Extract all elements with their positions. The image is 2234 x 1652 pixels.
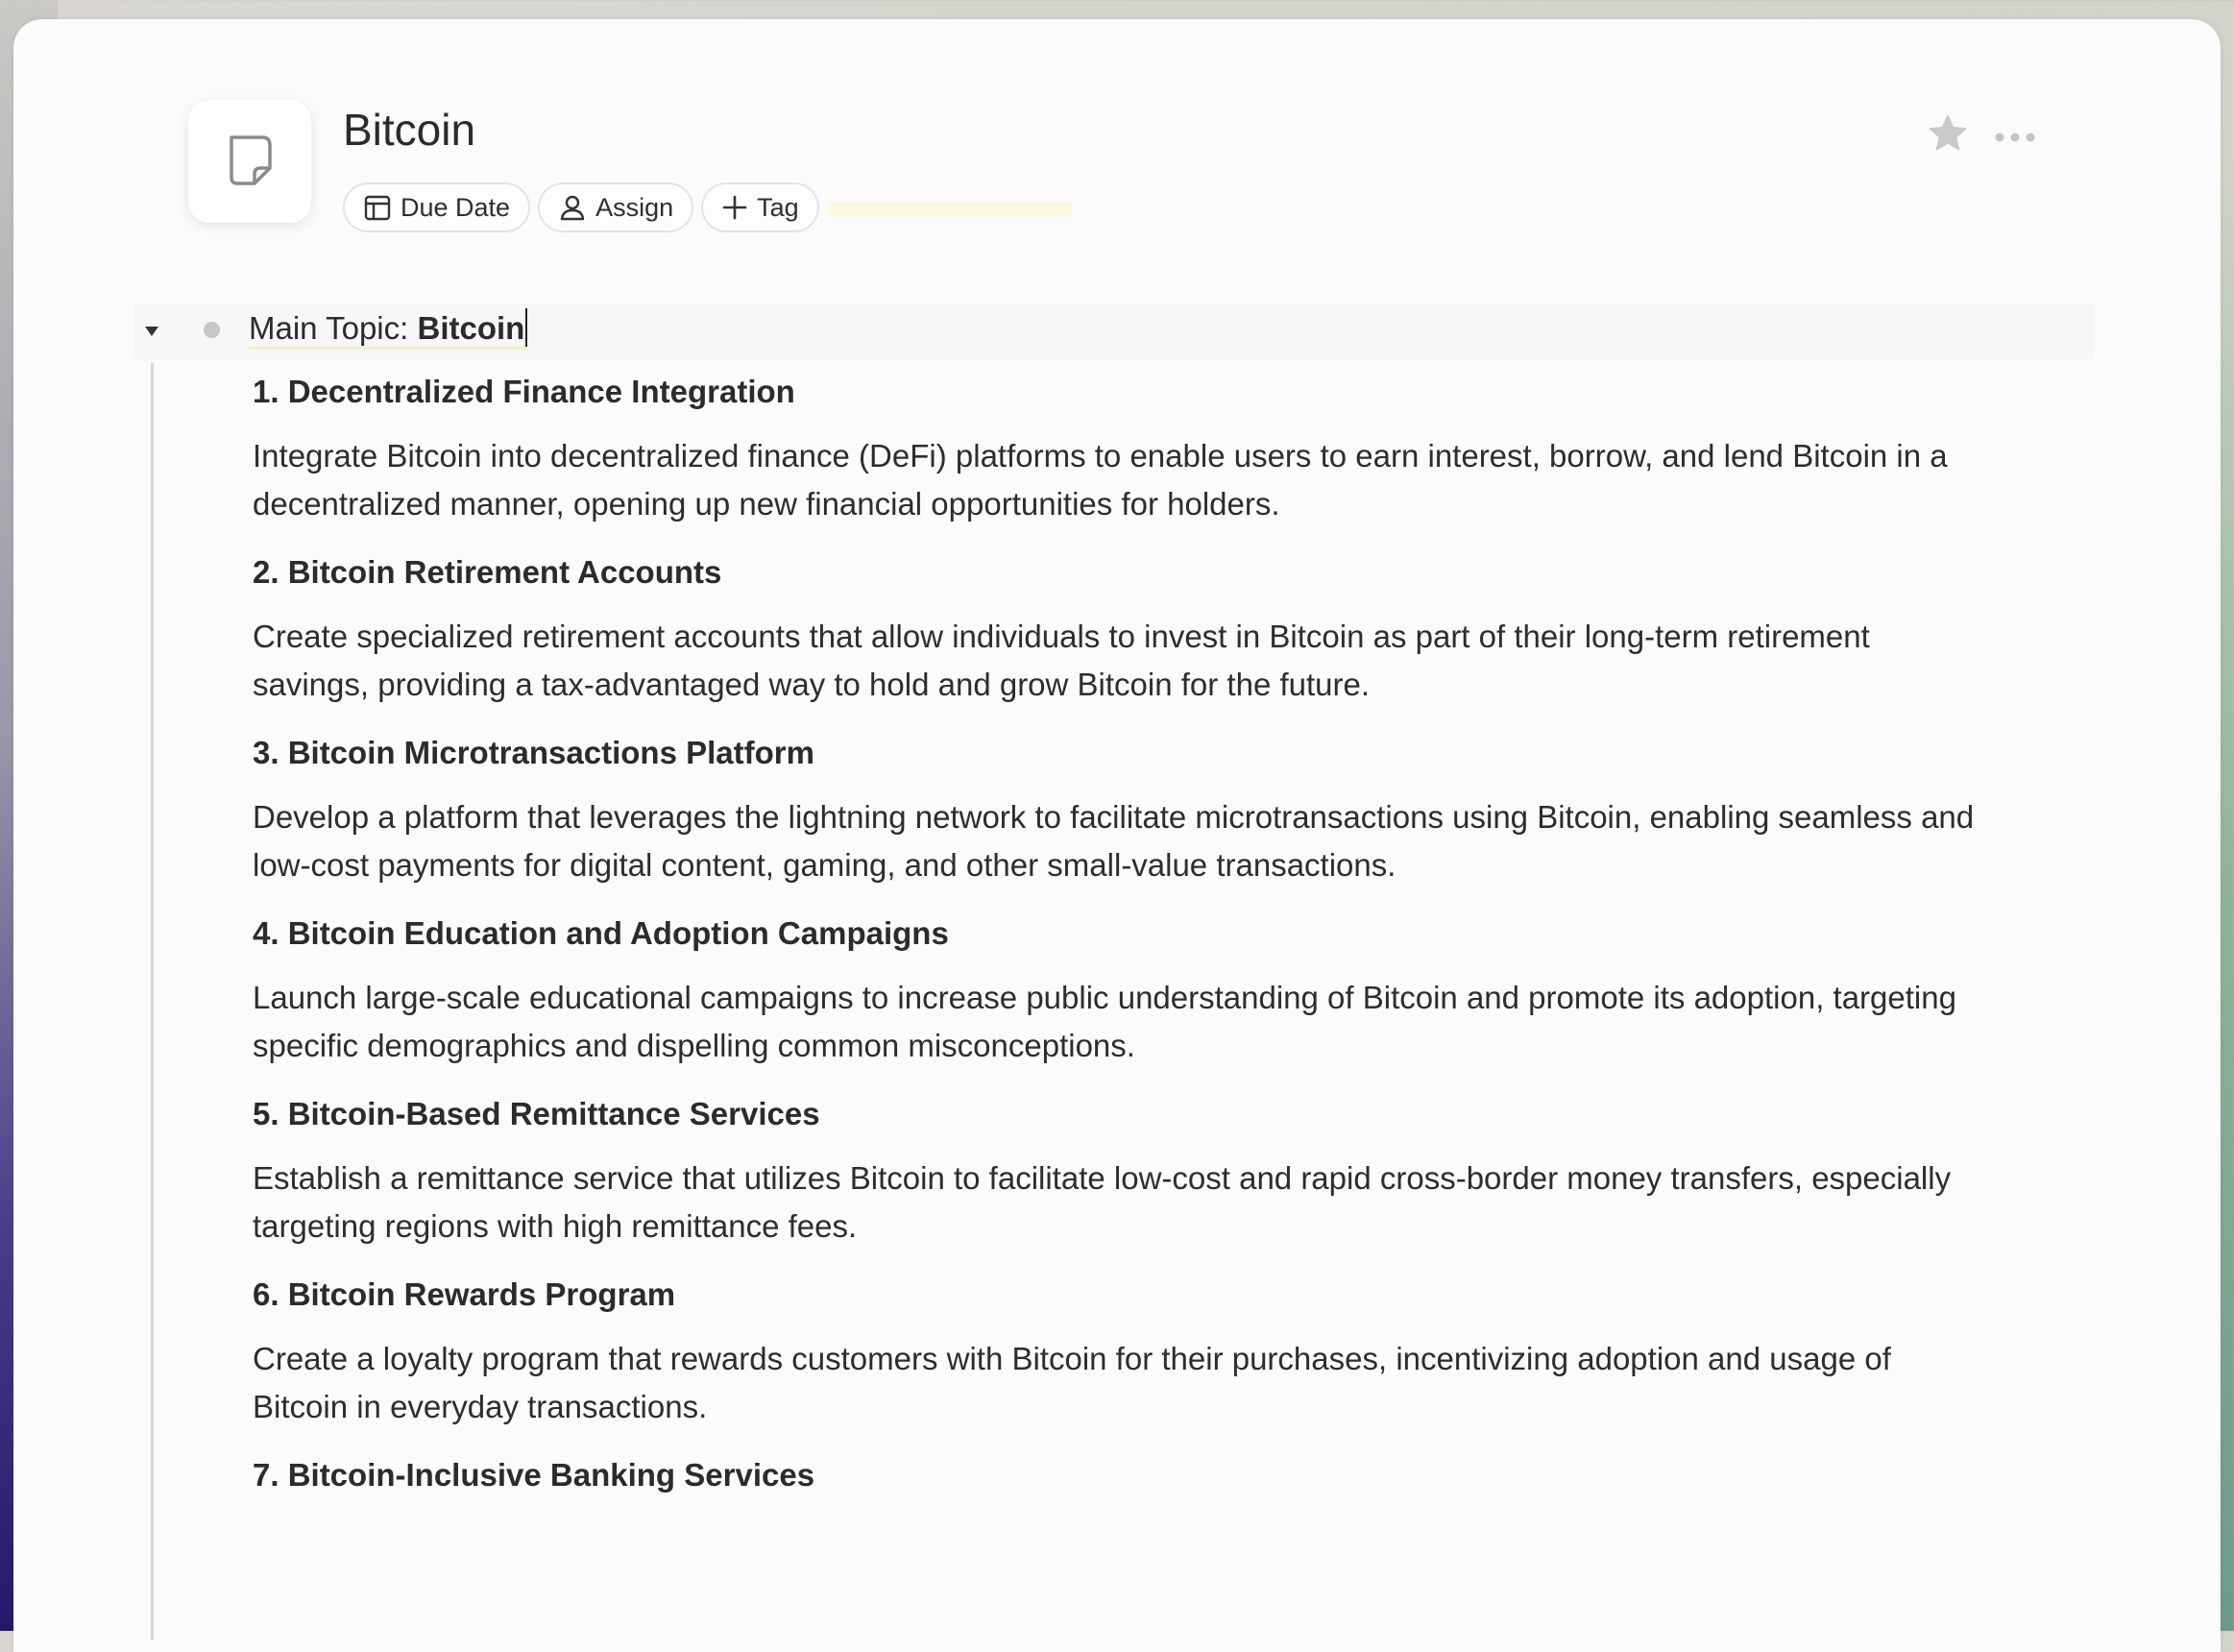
outline-section: 4. Bitcoin Education and Adoption Campai… [253, 907, 1981, 1070]
section-body[interactable]: Integrate Bitcoin into decentralized fin… [253, 432, 1981, 528]
assign-label: Assign [595, 192, 674, 222]
section-heading[interactable]: 6. Bitcoin Rewards Program [253, 1268, 1981, 1322]
page-title[interactable]: Bitcoin [343, 104, 475, 156]
outline-content: 1. Decentralized Finance Integration Int… [253, 365, 1981, 1502]
calendar-icon [363, 193, 392, 222]
section-heading[interactable]: 7. Bitcoin-Inclusive Banking Services [253, 1448, 1981, 1502]
outline-section: 7. Bitcoin-Inclusive Banking Services [253, 1448, 1981, 1502]
due-date-label: Due Date [401, 192, 511, 222]
highlight-placeholder [828, 202, 1072, 217]
property-bar: Due Date Assign Tag [343, 182, 819, 232]
star-icon[interactable] [1927, 112, 1969, 159]
outline-section: 5. Bitcoin-Based Remittance Services Est… [253, 1087, 1981, 1251]
section-heading[interactable]: 5. Bitcoin-Based Remittance Services [253, 1087, 1981, 1141]
outline-bullet[interactable] [204, 322, 220, 338]
outline-section: 1. Decentralized Finance Integration Int… [253, 365, 1981, 528]
main-topic-prefix: Main Topic: [249, 310, 409, 346]
section-heading[interactable]: 2. Bitcoin Retirement Accounts [253, 546, 1981, 599]
section-body[interactable]: Develop a platform that leverages the li… [253, 793, 1981, 889]
assign-button[interactable]: Assign [538, 182, 694, 232]
outline-section: 3. Bitcoin Microtransactions Platform De… [253, 726, 1981, 889]
section-body[interactable]: Establish a remittance service that util… [253, 1154, 1981, 1251]
main-topic[interactable]: Main Topic: Bitcoin [249, 308, 528, 351]
outline-section: 6. Bitcoin Rewards Program Create a loya… [253, 1268, 1981, 1431]
text-cursor [525, 308, 528, 348]
person-icon [558, 193, 587, 222]
due-date-button[interactable]: Due Date [343, 182, 531, 232]
section-heading[interactable]: 1. Decentralized Finance Integration [253, 365, 1981, 419]
caret-down-icon[interactable] [144, 325, 159, 342]
page-icon[interactable] [188, 100, 311, 223]
section-heading[interactable]: 3. Bitcoin Microtransactions Platform [253, 726, 1981, 780]
section-body[interactable]: Create a loyalty program that rewards cu… [253, 1335, 1981, 1431]
section-body[interactable]: Create specialized retirement accounts t… [253, 613, 1981, 709]
main-topic-value: Bitcoin [417, 310, 525, 346]
add-tag-button[interactable]: Tag [701, 182, 819, 232]
document-icon [224, 132, 276, 192]
outline-thread-line [151, 363, 154, 1640]
outline-section: 2. Bitcoin Retirement Accounts Create sp… [253, 546, 1981, 709]
plus-icon [721, 194, 748, 221]
section-heading[interactable]: 4. Bitcoin Education and Adoption Campai… [253, 907, 1981, 960]
section-body[interactable]: Launch large-scale educational campaigns… [253, 974, 1981, 1070]
tag-label: Tag [757, 192, 799, 222]
more-icon[interactable] [1994, 131, 2036, 148]
